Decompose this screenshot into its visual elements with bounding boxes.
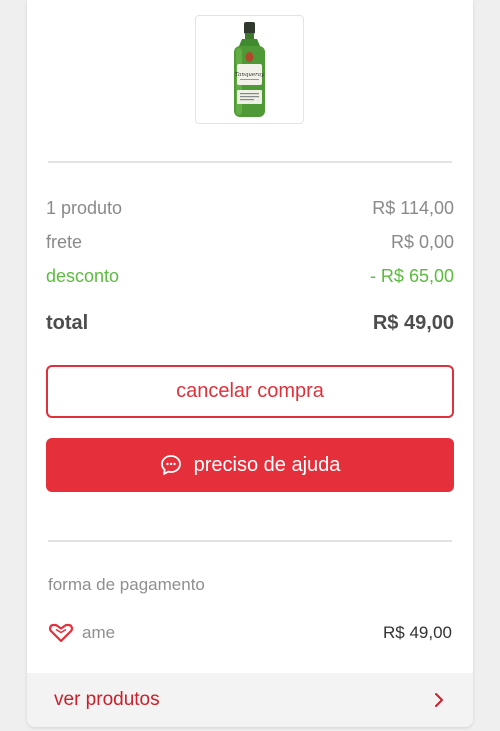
discount-label: desconto xyxy=(46,265,120,286)
divider-top xyxy=(48,161,452,163)
payment-method-label: ame xyxy=(82,623,116,642)
help-button[interactable]: preciso de ajuda xyxy=(46,438,454,492)
summary-products-row: 1 produto R$ 114,00 xyxy=(46,196,454,220)
chevron-right-icon xyxy=(433,692,445,708)
chat-bubble-icon xyxy=(160,454,182,476)
shipping-label: frete xyxy=(46,231,83,252)
product-thumbnail[interactable]: Tanqueray xyxy=(195,15,304,124)
products-label: 1 produto xyxy=(46,197,123,218)
summary-discount-row: desconto - R$ 65,00 xyxy=(46,264,454,288)
divider-bottom xyxy=(48,540,452,542)
discount-value: - R$ 65,00 xyxy=(369,265,454,286)
cancel-purchase-label: cancelar compra xyxy=(176,380,324,402)
shipping-value: R$ 0,00 xyxy=(390,231,454,252)
total-label: total xyxy=(46,311,89,334)
see-products-label: ver produtos xyxy=(54,689,160,710)
order-card: Tanqueray 1 produto R$ 114,00 frete R$ 0… xyxy=(27,0,473,727)
payment-method-row: ame R$ 49,00 xyxy=(48,620,452,646)
summary-shipping-row: frete R$ 0,00 xyxy=(46,230,454,254)
summary-total-row: total R$ 49,00 xyxy=(46,310,454,336)
ame-heart-icon xyxy=(48,623,74,643)
bottle-label-brand: Tanqueray xyxy=(235,72,265,78)
payment-section-title: forma de pagamento xyxy=(48,575,205,594)
products-value: R$ 114,00 xyxy=(372,197,454,218)
gin-bottle-image: Tanqueray xyxy=(234,22,265,117)
payment-amount: R$ 49,00 xyxy=(383,623,452,642)
help-label: preciso de ajuda xyxy=(193,453,341,476)
cancel-purchase-button[interactable]: cancelar compra xyxy=(46,365,454,418)
see-products-link[interactable]: ver produtos xyxy=(27,673,473,727)
total-value: R$ 49,00 xyxy=(372,311,454,334)
